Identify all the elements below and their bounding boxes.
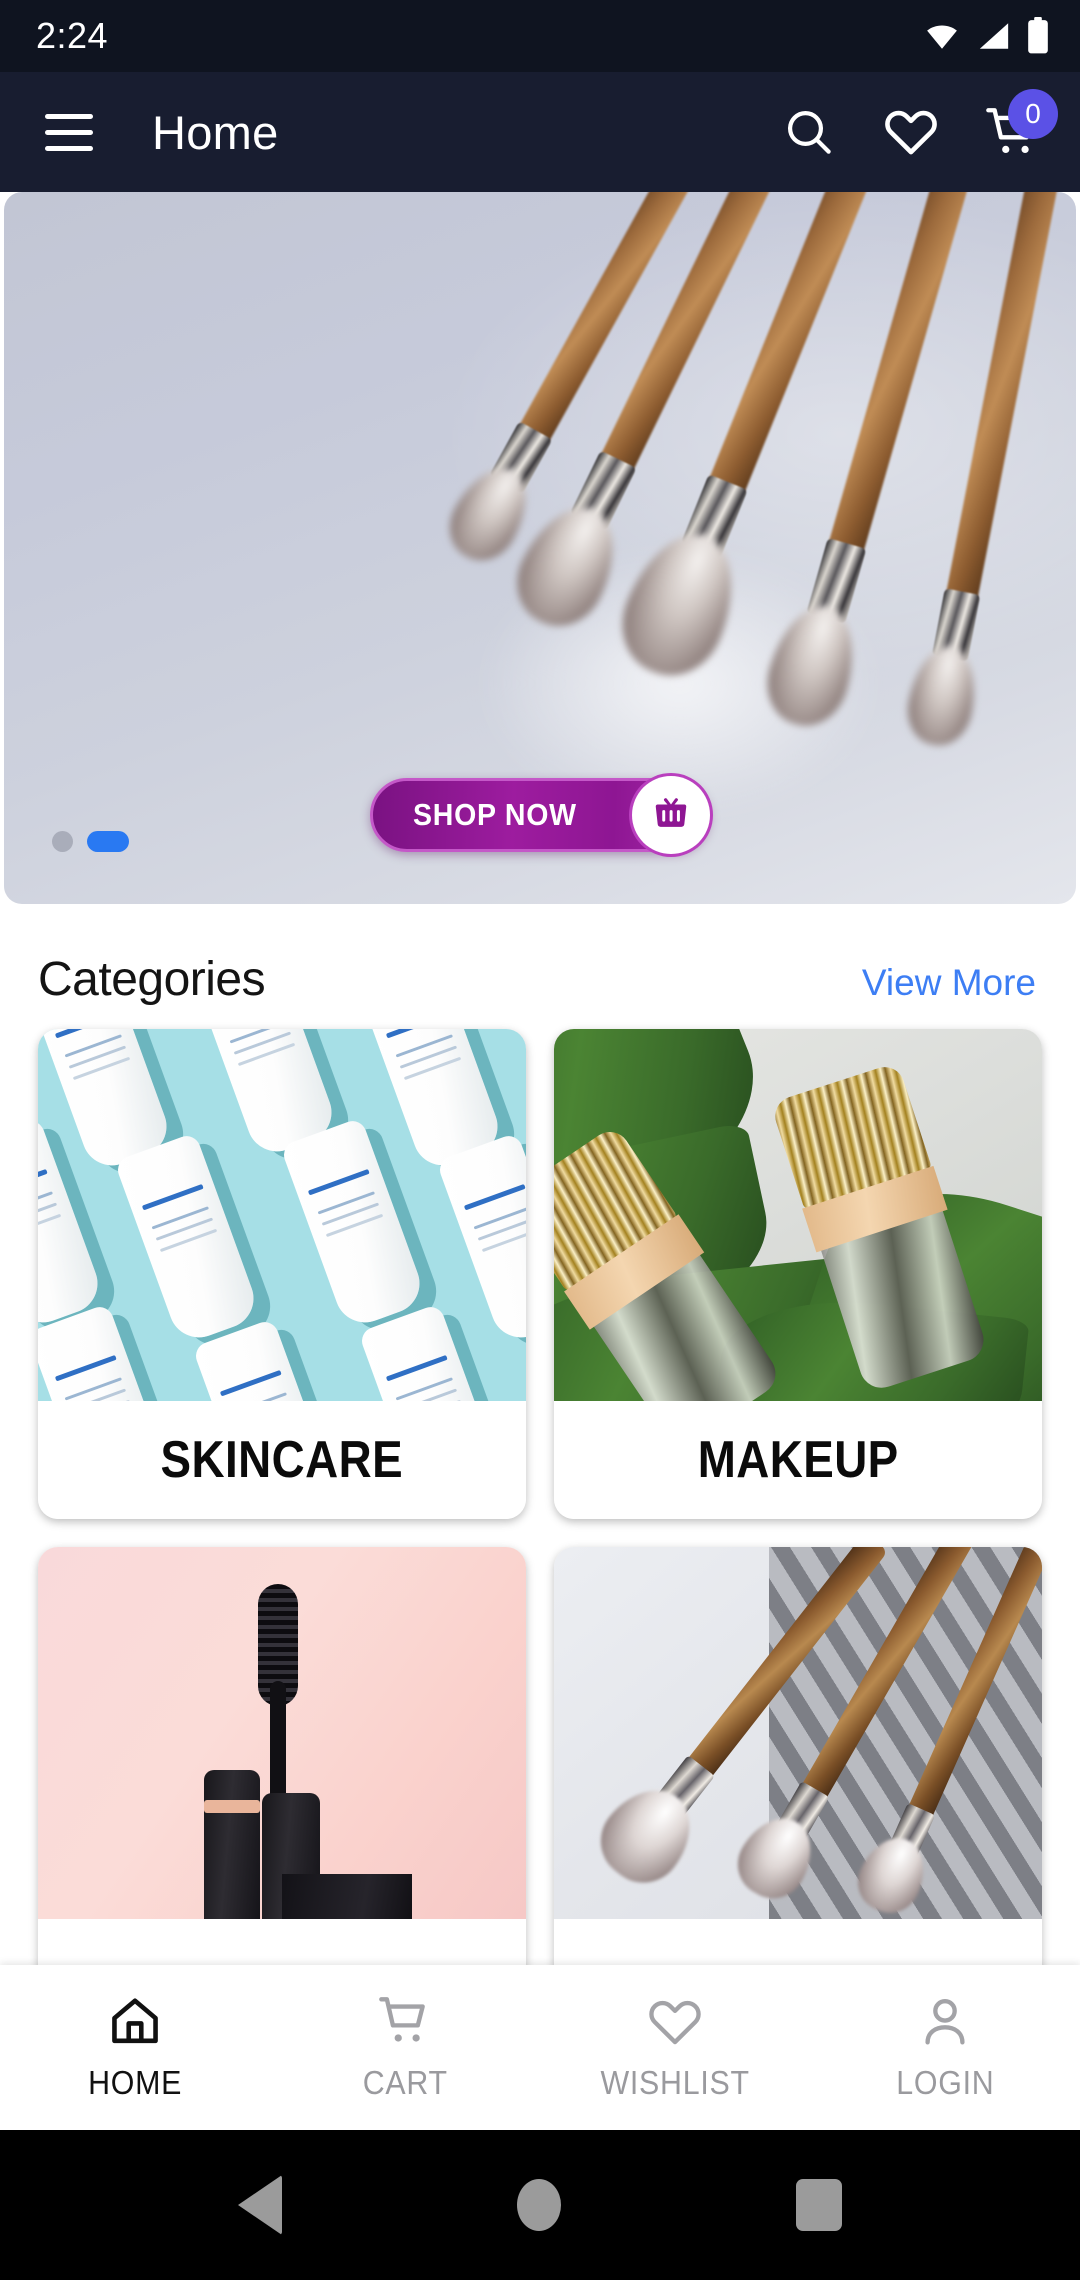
promo-banner-carousel[interactable]: SHOP NOW (4, 192, 1076, 904)
bottom-navigation-bar: HOME CART WISHLIST LOGIN (0, 1965, 1080, 2130)
makeup-artwork (554, 1029, 1042, 1401)
categories-section-header: Categories View More (0, 904, 1080, 1029)
category-label: SKINCARE (160, 1431, 404, 1489)
category-label: MAKEUP (697, 1431, 899, 1489)
heart-icon (649, 2000, 701, 2045)
app-bar-actions: 0 (770, 89, 1058, 171)
hamburger-menu-icon (45, 113, 93, 151)
home-icon (112, 1998, 158, 2044)
bottom-nav-item-login[interactable]: LOGIN (810, 1993, 1080, 2102)
cart-button[interactable]: 0 (974, 89, 1058, 171)
category-image-brushes (554, 1547, 1042, 1919)
android-system-nav (0, 2130, 1080, 2280)
category-card-mascara[interactable] (38, 1547, 526, 2037)
view-more-link[interactable]: View More (862, 962, 1036, 1004)
wishlist-heart-icon (885, 110, 937, 155)
category-card-makeup[interactable]: MAKEUP (554, 1029, 1042, 1519)
carousel-dot-1[interactable] (52, 831, 73, 852)
search-button[interactable] (770, 93, 848, 171)
person-icon (925, 1999, 965, 2045)
bottom-nav-item-cart[interactable]: CART (270, 1993, 540, 2102)
section-title: Categories (38, 953, 266, 1006)
app-bar: Home 0 (0, 72, 1080, 192)
back-triangle-icon[interactable] (237, 2175, 282, 2235)
skincare-artwork (38, 1029, 526, 1401)
shopping-basket-icon (655, 798, 687, 827)
shop-now-label: SHOP NOW (413, 797, 577, 832)
cart-icon (379, 1997, 425, 2042)
home-circle-icon[interactable] (516, 2179, 561, 2231)
hamburger-menu-button[interactable] (30, 93, 108, 171)
category-image-mascara (38, 1547, 526, 1919)
page-title: Home (152, 105, 279, 159)
cellular-signal-icon (979, 23, 1009, 49)
brushes-artwork (554, 1547, 1042, 1919)
category-card-brushes[interactable] (554, 1547, 1042, 2037)
mascara-artwork (38, 1547, 526, 1919)
category-card-skincare[interactable]: SKINCARE (38, 1029, 526, 1519)
battery-icon (1028, 17, 1048, 54)
status-time: 2:24 (36, 15, 109, 56)
bottom-nav-label: CART (362, 2064, 448, 2101)
category-image-skincare (38, 1029, 526, 1401)
carousel-pagination-dots[interactable] (52, 831, 129, 852)
cart-badge: 0 (1008, 89, 1058, 139)
wifi-icon (927, 25, 957, 49)
shop-now-button[interactable]: SHOP NOW (370, 776, 710, 854)
bottom-nav-item-home[interactable]: HOME (0, 1993, 270, 2102)
shop-now-icon-circle (632, 776, 710, 854)
bottom-nav-label: WISHLIST (600, 2064, 750, 2101)
banner-brush-5 (901, 192, 1066, 752)
banner-brush-4 (757, 192, 984, 736)
recent-apps-square-icon[interactable] (796, 2179, 843, 2231)
bottom-nav-label: HOME (87, 2064, 183, 2101)
categories-grid: SKINCARE MAKEUP (0, 1029, 1080, 2037)
category-label-band: SKINCARE (38, 1401, 526, 1519)
wishlist-button[interactable] (872, 93, 950, 171)
carousel-dot-2[interactable] (87, 831, 129, 852)
category-label-band: MAKEUP (554, 1401, 1042, 1519)
category-image-makeup (554, 1029, 1042, 1401)
status-bar: 2:24 (0, 0, 1080, 72)
bottom-nav-label: LOGIN (895, 2064, 995, 2101)
search-icon (788, 111, 831, 154)
bottom-nav-item-wishlist[interactable]: WISHLIST (540, 1993, 810, 2102)
status-bar-icons (922, 17, 1050, 55)
